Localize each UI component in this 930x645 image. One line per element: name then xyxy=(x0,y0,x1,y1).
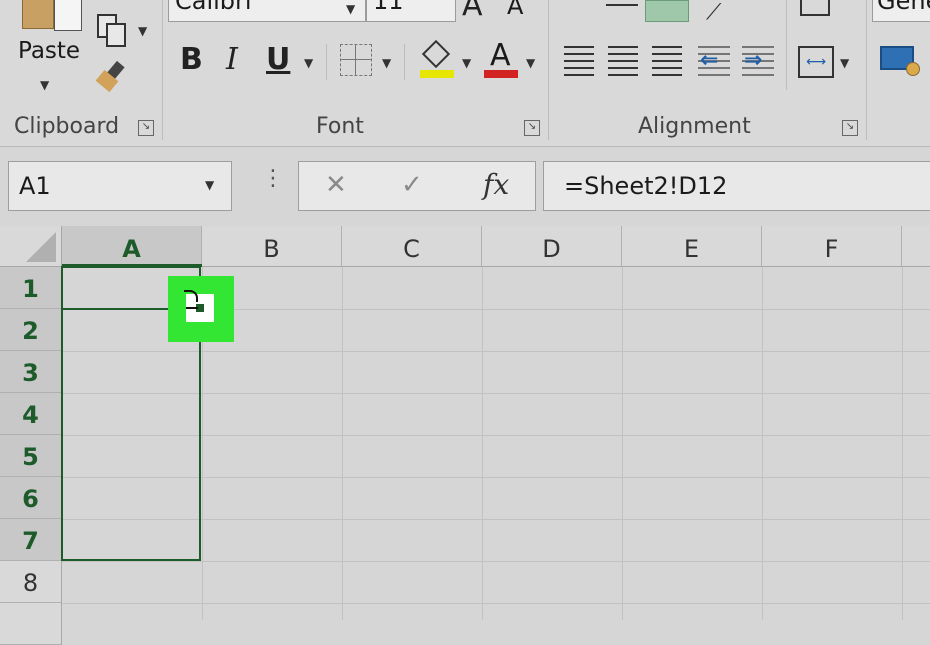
font-size-box[interactable]: 11 xyxy=(366,0,456,22)
alignment-divider xyxy=(786,0,787,90)
decrease-indent-icon[interactable]: ⇐ xyxy=(698,46,730,76)
group-divider xyxy=(162,0,163,140)
row-header-7[interactable]: 7 xyxy=(0,519,62,561)
orientation-icon[interactable]: ⟋ xyxy=(706,0,721,25)
select-all-triangle-icon xyxy=(26,232,56,262)
group-divider xyxy=(866,0,867,140)
fill-color-bar xyxy=(420,70,454,78)
copy-icon[interactable] xyxy=(97,14,127,47)
fill-color-button[interactable] xyxy=(418,39,458,80)
font-color-bar xyxy=(484,70,518,78)
clipboard-group-label: Clipboard xyxy=(14,114,120,139)
row-header-9[interactable] xyxy=(0,603,62,645)
grid-line xyxy=(62,561,930,562)
font-size-value: 11 xyxy=(373,0,404,15)
wrap-text-icon[interactable] xyxy=(800,0,830,16)
merge-dropdown-icon[interactable]: ▼ xyxy=(840,56,849,70)
font-name-dropdown-icon[interactable]: ▼ xyxy=(346,2,355,16)
column-header-a[interactable]: A xyxy=(62,226,202,267)
group-divider xyxy=(548,0,549,140)
fill-color-dropdown-icon[interactable]: ▼ xyxy=(462,56,471,70)
column-header-b[interactable]: B xyxy=(202,226,342,267)
borders-dropdown-icon[interactable]: ▼ xyxy=(382,56,391,70)
column-header-d[interactable]: D xyxy=(482,226,622,267)
font-name-value: Calibri xyxy=(175,0,252,15)
row-header-8[interactable]: 8 xyxy=(0,561,62,603)
middle-align-icon[interactable] xyxy=(645,0,689,22)
merge-center-icon[interactable]: ⟷ xyxy=(798,46,834,78)
row-header-6[interactable]: 6 xyxy=(0,477,62,519)
grid-line xyxy=(762,267,763,620)
grid-line xyxy=(902,267,903,620)
formula-input[interactable]: =Sheet2!D12 xyxy=(543,161,930,211)
select-all-corner[interactable] xyxy=(0,226,62,267)
clipboard-icon xyxy=(22,0,54,29)
cell-cursor-mark xyxy=(184,290,198,302)
grid-line xyxy=(342,267,343,620)
insert-function-button[interactable]: fx xyxy=(483,168,509,201)
fill-handle-highlight[interactable] xyxy=(168,276,234,342)
name-box-dropdown-icon[interactable]: ▼ xyxy=(205,178,214,192)
name-box-value: A1 xyxy=(19,172,51,200)
alignment-launcher-icon[interactable]: ↘ xyxy=(842,120,858,136)
grid-line xyxy=(62,603,930,604)
font-divider xyxy=(326,44,327,80)
borders-icon[interactable] xyxy=(340,44,372,76)
alignment-group-label: Alignment xyxy=(638,114,751,139)
font-name-box[interactable]: Calibri xyxy=(168,0,366,22)
font-color-glyph: A xyxy=(490,38,511,73)
underline-button[interactable]: U xyxy=(266,42,290,77)
shrink-font-button[interactable]: A xyxy=(507,0,523,20)
italic-button[interactable]: I xyxy=(226,42,238,77)
align-center-icon[interactable] xyxy=(608,46,638,76)
column-header-f[interactable]: F xyxy=(762,226,902,267)
grid-line xyxy=(622,267,623,620)
font-launcher-icon[interactable]: ↘ xyxy=(524,120,540,136)
paint-bucket-icon xyxy=(421,39,451,69)
font-color-dropdown-icon[interactable]: ▼ xyxy=(526,56,535,70)
align-right-icon[interactable] xyxy=(652,46,682,76)
formula-buttons: ✕ ✓ fx xyxy=(298,161,536,211)
cancel-icon[interactable]: ✕ xyxy=(325,170,347,200)
bold-button[interactable]: B xyxy=(180,42,203,77)
column-header-e[interactable]: E xyxy=(622,226,762,267)
number-format-value: Gene xyxy=(877,0,930,15)
font-divider xyxy=(404,44,405,80)
accounting-format-icon[interactable] xyxy=(880,46,920,76)
grid-line xyxy=(482,267,483,620)
column-header-c[interactable]: C xyxy=(342,226,482,267)
format-painter-icon[interactable] xyxy=(95,60,130,93)
ribbon: Paste ▼ ▼ Clipboard ↘ Calibri ▼ 11 A A B… xyxy=(0,0,930,147)
align-left-icon[interactable] xyxy=(564,46,594,76)
top-align-icon[interactable] xyxy=(606,0,638,6)
formula-bar-grip-icon[interactable]: ⋮ xyxy=(262,168,284,190)
row-header-1[interactable]: 1 xyxy=(0,267,62,309)
clipboard-launcher-icon[interactable]: ↘ xyxy=(138,120,154,136)
font-group-label: Font xyxy=(316,114,364,139)
name-box[interactable]: A1 xyxy=(8,161,232,211)
row-header-3[interactable]: 3 xyxy=(0,351,62,393)
increase-indent-icon[interactable]: ⇒ xyxy=(742,46,774,76)
grow-font-button[interactable]: A xyxy=(462,0,483,23)
copy-dropdown-icon[interactable]: ▼ xyxy=(138,24,147,38)
paste-button[interactable]: Paste ▼ xyxy=(14,0,88,100)
font-color-button[interactable]: A xyxy=(484,38,522,80)
row-header-2[interactable]: 2 xyxy=(0,309,62,351)
paste-label: Paste xyxy=(18,38,81,64)
number-format-box[interactable]: Gene xyxy=(872,0,930,22)
column-header-next[interactable] xyxy=(902,226,930,267)
enter-icon[interactable]: ✓ xyxy=(401,170,423,200)
row-header-4[interactable]: 4 xyxy=(0,393,62,435)
row-header-5[interactable]: 5 xyxy=(0,435,62,477)
fill-handle-line xyxy=(186,307,198,309)
paper-icon xyxy=(54,0,82,31)
chevron-down-icon: ▼ xyxy=(40,78,50,92)
formula-value: =Sheet2!D12 xyxy=(564,172,728,200)
underline-dropdown-icon[interactable]: ▼ xyxy=(304,56,313,70)
